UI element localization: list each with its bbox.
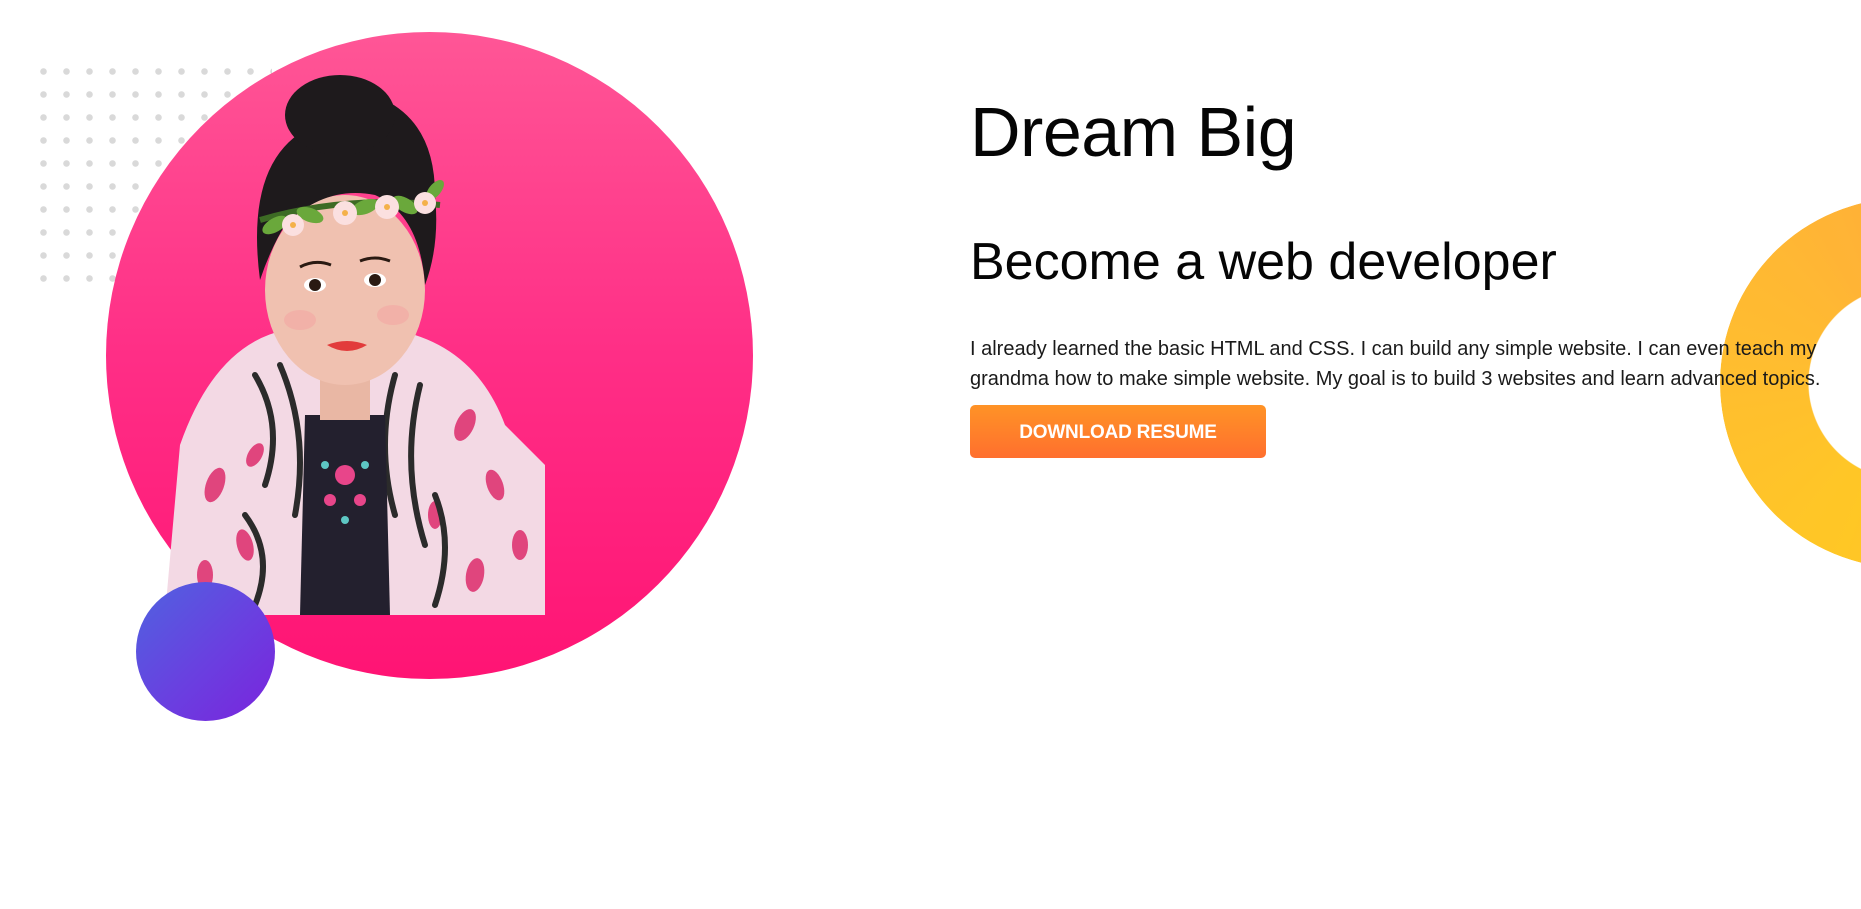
purple-circle-decoration	[136, 582, 275, 721]
hero-content: Dream Big Become a web developer I alrea…	[970, 90, 1861, 458]
page-title: Dream Big	[970, 93, 1297, 171]
hero-description: I already learned the basic HTML and CSS…	[970, 338, 1821, 390]
profile-photo	[135, 45, 545, 615]
download-resume-button[interactable]: DOWNLOAD RESUME	[970, 405, 1266, 458]
page-subtitle: Become a web developer	[970, 233, 1557, 291]
hero-section: Dream Big Become a web developer I alrea…	[0, 0, 1861, 909]
